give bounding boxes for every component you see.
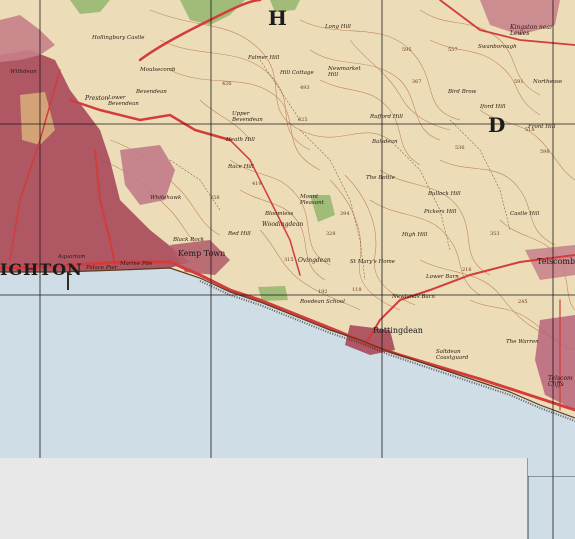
spot-height: 536 bbox=[455, 145, 465, 151]
label-castle-hill: Castle Hill bbox=[510, 211, 540, 217]
spot-height: 216 bbox=[462, 267, 472, 273]
label-pickers-hill: Pickers Hill bbox=[424, 209, 457, 215]
label-race-hill: Race Hill bbox=[228, 164, 254, 170]
map-view[interactable]: H D IGHTON Kemp Town Rottingdean Ovingde… bbox=[0, 0, 575, 539]
label-brighton: IGHTON bbox=[0, 260, 83, 279]
label-balsdean: Balsdean bbox=[372, 139, 398, 145]
spot-height: 557 bbox=[448, 47, 458, 53]
label-kemp-town: Kemp Town bbox=[178, 249, 226, 258]
label-falmer-hill: Falmer Hill bbox=[248, 55, 280, 61]
map-bottom-margin bbox=[0, 458, 528, 539]
label-the-warren: The Warren bbox=[506, 339, 539, 345]
label-bloomless: Bloomless bbox=[265, 211, 294, 217]
label-kingston: Kingston near Lewes bbox=[510, 24, 553, 37]
label-lower-bevendean: Lower Bevendean bbox=[108, 95, 139, 107]
spot-height: 367 bbox=[412, 79, 422, 85]
spot-height: 419 bbox=[252, 181, 262, 187]
label-telscombe: Telscomb bbox=[537, 257, 575, 266]
spot-height: 625 bbox=[298, 117, 308, 123]
spot-height: 353 bbox=[490, 231, 500, 237]
spot-height: 591 bbox=[514, 79, 524, 85]
spot-height: 595 bbox=[402, 47, 412, 53]
sheet-letter-h: H bbox=[268, 6, 287, 30]
label-newlands-barn: Newlands Barn bbox=[392, 294, 435, 300]
spot-height: 493 bbox=[300, 85, 310, 91]
spot-height: 518 bbox=[525, 127, 535, 133]
spot-height: 118 bbox=[352, 287, 362, 293]
label-heath-hill: Heath Hill bbox=[226, 137, 255, 143]
label-bullock-hill: Bullock Hill bbox=[428, 191, 461, 197]
label-hill-cottage: Hill Cottage bbox=[280, 70, 314, 76]
label-mount-pleasant: Mount Pleasant bbox=[300, 194, 324, 206]
label-woodingdean: Woodingdean bbox=[262, 221, 304, 228]
label-high-hill: High Hill bbox=[402, 232, 428, 238]
label-rottingdean: Rottingdean bbox=[373, 326, 423, 335]
label-red-hill: Red Hill bbox=[228, 231, 251, 237]
label-northease: Northease bbox=[533, 79, 563, 85]
sea-corner bbox=[528, 458, 575, 476]
label-withdean: Withdean bbox=[10, 69, 37, 75]
spot-height: 258 bbox=[210, 195, 220, 201]
label-newmarket-hill: Newmarket Hill bbox=[328, 66, 361, 78]
label-palace-pier: Palace Pier bbox=[86, 265, 118, 271]
label-swanborough: Swanborough bbox=[478, 44, 517, 50]
label-st-marys-home: St Mary's Home bbox=[350, 259, 396, 265]
label-marine-pde: Marine Pde bbox=[120, 261, 153, 267]
label-bird-brow: Bird Brow bbox=[448, 89, 477, 95]
label-lower-barn: Lower Barn bbox=[426, 274, 459, 280]
label-saltdean: Saltdean Coastguard bbox=[436, 349, 469, 361]
label-long-hill: Long Hill bbox=[325, 24, 351, 30]
label-whitehawk: Whitehawk bbox=[150, 195, 182, 201]
label-moulsecoomb: Moulsecomb bbox=[140, 67, 176, 73]
spot-height: 426 bbox=[222, 81, 232, 87]
label-ovingdean: Ovingdean bbox=[298, 257, 331, 264]
label-telscombe-cliffs: Telscom Cliffs bbox=[548, 375, 573, 388]
label-upper-bevendean: Upper Bevendean bbox=[232, 111, 263, 123]
spot-height: 315 bbox=[284, 257, 294, 263]
label-bevendean: Bevendean bbox=[136, 89, 167, 95]
label-iford-hill: Iford Hill bbox=[480, 104, 506, 110]
label-the-bottle: The Bottle bbox=[366, 175, 396, 181]
spot-height: 192 bbox=[318, 289, 328, 295]
label-preston: Preston bbox=[85, 95, 109, 102]
label-aquarium: Aquarium bbox=[58, 254, 86, 260]
spot-height: 245 bbox=[518, 299, 528, 305]
label-roedean: Roedean School bbox=[300, 299, 345, 305]
spot-height: 328 bbox=[326, 231, 336, 237]
spot-height: 598 bbox=[540, 149, 550, 155]
label-black-rock: Black Rock bbox=[173, 237, 205, 243]
label-hollingbury: Hollingbury Castle bbox=[92, 35, 145, 41]
sheet-letter-d: D bbox=[488, 113, 506, 137]
spot-height: 394 bbox=[340, 211, 350, 217]
label-rufford-hill: Rufford Hill bbox=[370, 114, 403, 120]
